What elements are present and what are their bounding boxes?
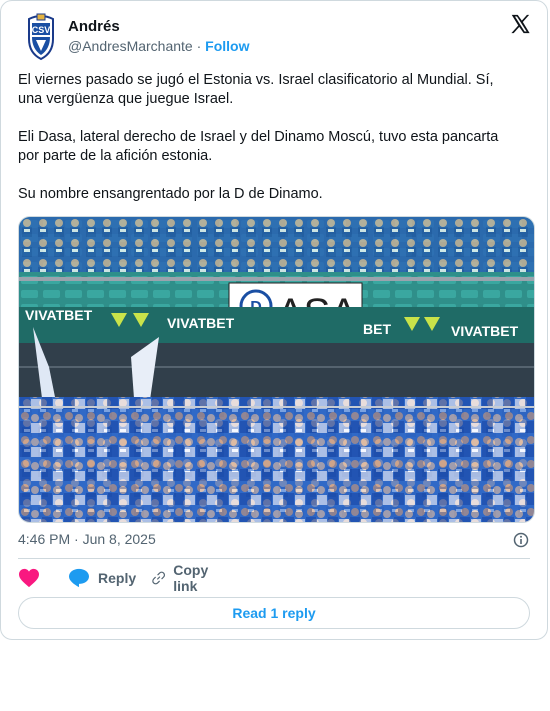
link-icon	[152, 571, 165, 585]
svg-text:CSV: CSV	[32, 25, 51, 35]
reply-bubble-icon	[69, 568, 89, 588]
author-name[interactable]: Andrés	[68, 18, 120, 35]
separator-dot: ·	[196, 38, 202, 54]
tweet-timestamp[interactable]: 4:46 PM · Jun 8, 2025	[18, 531, 156, 547]
sponsor-text: VIVATBET	[25, 307, 93, 323]
info-icon[interactable]	[513, 532, 529, 548]
club-crest-icon[interactable]: CSV	[21, 13, 61, 61]
author-handle-row: @AndresMarchante · Follow	[68, 38, 250, 54]
x-logo-icon[interactable]	[509, 13, 531, 35]
like-button[interactable]	[18, 567, 40, 589]
tweet-photo[interactable]: D ASA VIVATBET VIVATBET VIVATBET BET	[18, 216, 535, 523]
svg-text:VIVATBET: VIVATBET	[167, 315, 235, 331]
svg-text:VIVATBET: VIVATBET	[451, 323, 519, 339]
tweet-text: El viernes pasado se jugó el Estonia vs.…	[18, 71, 518, 204]
tweet-header: CSV Andrés @AndresMarchante · Follow	[17, 13, 531, 63]
read-replies-button[interactable]: Read 1 reply	[18, 597, 530, 629]
author-handle[interactable]: @AndresMarchante	[68, 38, 193, 54]
heart-icon	[19, 568, 39, 588]
reply-label: Reply	[98, 570, 137, 586]
copy-link-button[interactable]: Copy link	[152, 562, 215, 594]
follow-button[interactable]: Follow	[205, 38, 249, 54]
tweet-paragraph: El viernes pasado se jugó el Estonia vs.…	[18, 72, 494, 107]
copy-link-label: Copy link	[173, 562, 209, 594]
tweet-paragraph: Eli Dasa, lateral derecho de Israel y de…	[18, 129, 499, 164]
tweet-card: CSV Andrés @AndresMarchante · Follow El …	[0, 0, 548, 640]
stadium-photo: D ASA VIVATBET VIVATBET VIVATBET BET	[19, 217, 534, 522]
svg-text:BET: BET	[363, 321, 391, 337]
reply-button[interactable]: Reply	[68, 567, 136, 589]
divider	[18, 558, 530, 559]
tweet-paragraph: Su nombre ensangrentado por la D de Dina…	[18, 186, 323, 202]
